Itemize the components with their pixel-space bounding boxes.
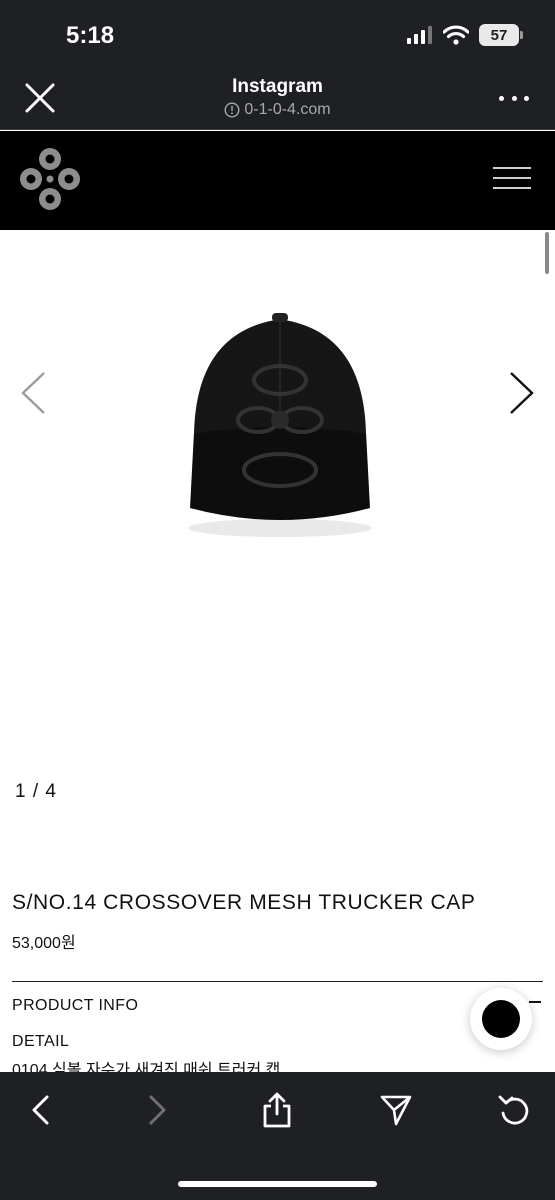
product-title: S/NO.14 CROSSOVER MESH TRUCKER CAP <box>12 891 476 914</box>
product-info-label[interactable]: PRODUCT INFO <box>12 997 138 1015</box>
back-button[interactable] <box>20 1090 60 1130</box>
browser-header: Instagram 0-1-0-4.com <box>0 70 555 130</box>
reload-button[interactable] <box>494 1090 534 1130</box>
chat-button[interactable] <box>470 988 532 1050</box>
browser-title-block: Instagram 0-1-0-4.com <box>0 76 555 119</box>
browser-title: Instagram <box>232 76 323 97</box>
product-image <box>188 313 372 537</box>
reload-icon <box>498 1095 529 1125</box>
chevron-right-icon[interactable] <box>507 370 537 416</box>
share-icon <box>263 1092 291 1128</box>
info-icon <box>224 102 240 118</box>
status-bar: 5:18 57 <box>0 0 555 70</box>
forward-button[interactable] <box>138 1090 178 1130</box>
send-button[interactable] <box>376 1090 416 1130</box>
wifi-icon <box>443 25 469 45</box>
site-header <box>0 131 555 230</box>
brand-logo[interactable] <box>20 147 80 211</box>
share-button[interactable] <box>257 1090 297 1130</box>
send-icon <box>380 1095 412 1126</box>
battery-indicator: 57 <box>479 24 523 46</box>
chevron-left-icon[interactable] <box>18 370 48 416</box>
battery-level: 57 <box>490 26 508 44</box>
forward-icon <box>149 1095 166 1125</box>
home-indicator[interactable] <box>178 1181 377 1187</box>
browser-url-text: 0-1-0-4.com <box>244 101 331 118</box>
back-icon <box>32 1095 49 1125</box>
detail-text: 0104 심볼 자수가 새겨진 매쉬 트러커 캡 <box>12 1062 281 1072</box>
collapse-icon[interactable] <box>529 1001 541 1003</box>
more-icon[interactable] <box>499 86 529 110</box>
status-icons: 57 <box>407 24 523 46</box>
status-time: 5:18 <box>66 22 115 49</box>
product-price: 53,000원 <box>12 935 76 952</box>
browser-url[interactable]: 0-1-0-4.com <box>0 101 555 119</box>
product-carousel <box>0 230 555 760</box>
signal-icon <box>407 26 432 44</box>
detail-label: DETAIL <box>12 1033 70 1050</box>
chat-icon <box>482 1000 520 1038</box>
divider <box>12 981 543 982</box>
hamburger-icon[interactable] <box>493 167 531 189</box>
slide-counter: 1 / 4 <box>15 781 57 802</box>
